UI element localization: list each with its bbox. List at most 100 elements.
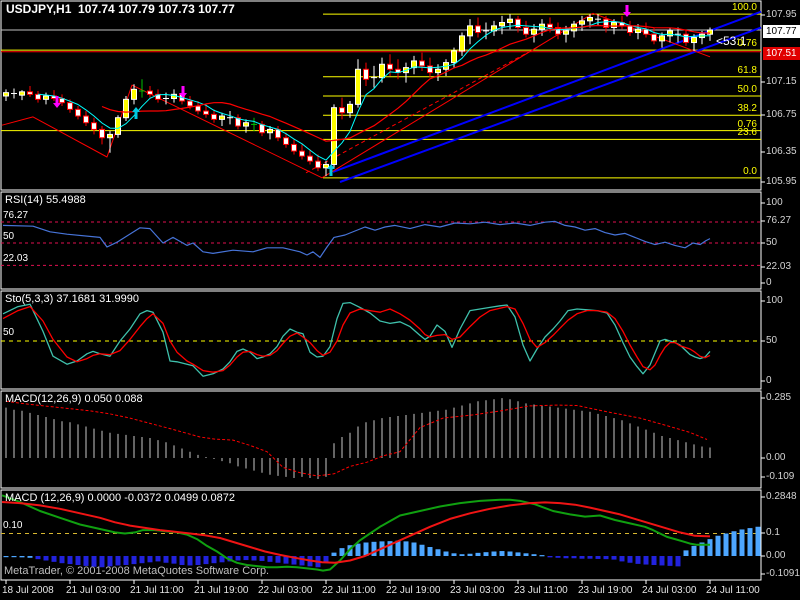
blue-trendline	[340, 28, 761, 182]
macd2-histogram-bar	[372, 542, 377, 556]
candle-body	[612, 23, 617, 28]
candle-body	[28, 92, 33, 95]
candle-body	[116, 118, 121, 135]
candle-body	[628, 26, 633, 33]
macd2-histogram-bar	[4, 556, 9, 557]
macd2-histogram-bar	[708, 539, 713, 556]
macd2-panel-title: MACD (12,26,9) 0.0000 -0.0372 0.0499 0.0…	[5, 493, 235, 503]
candle-body	[428, 66, 433, 73]
macd2-histogram-bar	[756, 527, 761, 556]
macd2-histogram-bar	[652, 556, 657, 565]
macd2-histogram-bar	[244, 556, 249, 560]
candle-body	[516, 19, 521, 27]
macd2-histogram-bar	[524, 553, 529, 556]
macd2-histogram-bar	[508, 552, 513, 557]
candle-body	[100, 129, 105, 137]
candle-body	[220, 116, 225, 119]
time-axis-label: 21 Jul 03:00	[66, 586, 121, 596]
rsi-panel-title: RSI(14) 55.4988	[5, 195, 86, 205]
candle-body	[452, 51, 457, 63]
macd2-histogram-bar	[204, 556, 209, 564]
macd2-histogram-bar	[236, 556, 241, 561]
macd2-histogram-bar	[332, 553, 337, 556]
fib-label-100.0: 100.0	[732, 3, 757, 13]
macd-panel-title: MACD(12,26,9) 0.050 0.088	[5, 394, 143, 404]
macd2-histogram-bar	[628, 556, 633, 563]
candle-body	[476, 26, 481, 33]
candle-body	[668, 31, 673, 36]
candle-body	[364, 69, 369, 79]
candle-body	[500, 23, 505, 26]
candle-body	[380, 64, 385, 77]
macd2-histogram-bar	[52, 556, 57, 562]
candle-body	[684, 34, 689, 42]
candle-body	[532, 29, 537, 34]
macd2-histogram-bar	[516, 552, 521, 556]
stochastic-k-line	[3, 303, 710, 377]
candle-body	[148, 91, 153, 94]
candle-body	[588, 18, 593, 21]
macd2-histogram-bar	[532, 554, 537, 556]
time-axis-label: 24 Jul 11:00	[706, 586, 760, 596]
macd2-histogram-bar	[492, 552, 497, 557]
rsi-panel[interactable]	[1, 192, 761, 289]
time-axis-label: 21 Jul 19:00	[194, 586, 249, 596]
candle-body	[548, 24, 553, 27]
macd2-level-label: 0.10	[3, 521, 22, 531]
ma-slow-line	[102, 26, 710, 142]
macd2-histogram-bar	[132, 556, 137, 564]
macd2-histogram-bar	[500, 551, 505, 556]
macd2-histogram-bar	[404, 541, 409, 556]
macd2-histogram-bar	[596, 556, 601, 559]
macd2-histogram-bar	[436, 549, 441, 556]
sell-arrow-icon	[623, 5, 631, 17]
macd2-histogram-bar	[140, 556, 145, 563]
candle-body	[124, 99, 129, 117]
rsi-axis-label: 76.27	[766, 216, 791, 226]
macd2-histogram-bar	[732, 531, 737, 556]
fib-label-50.0: 50.0	[738, 85, 757, 95]
macd-panel[interactable]	[1, 391, 761, 488]
macd2-histogram-bar	[556, 556, 561, 558]
candle-body	[108, 134, 113, 137]
time-axis-label: 21 Jul 11:00	[130, 586, 184, 596]
sto-axis-label: 0	[766, 376, 772, 386]
candle-body	[564, 31, 569, 34]
candle-body	[196, 106, 201, 111]
fib-label-0.0: 0.0	[743, 167, 757, 177]
stop-price-badge: 107.51	[763, 47, 800, 60]
macd2-histogram-bar	[684, 550, 689, 556]
macd2-histogram-bar	[276, 556, 281, 563]
hline-label-1: 0.76	[738, 120, 757, 130]
macd2-histogram-bar	[564, 556, 569, 558]
candle-body	[324, 164, 329, 167]
rsi-axis-label: 0	[766, 278, 772, 288]
candle-body	[316, 161, 321, 168]
candle-body	[204, 111, 209, 114]
candle-body	[300, 151, 305, 156]
time-axis-label: 18 Jul 2008	[2, 586, 54, 596]
macd2-histogram-bar	[412, 543, 417, 557]
current-price-badge: 107.77	[763, 25, 800, 38]
macd2-histogram-bar	[740, 529, 745, 556]
candle-body	[356, 69, 361, 104]
candle-body	[292, 144, 297, 151]
candle-body	[636, 29, 641, 32]
macd2-histogram-bar	[716, 536, 721, 556]
macd2-histogram-bar	[300, 556, 305, 565]
macd2-axis-label: -0.1091	[766, 569, 800, 579]
macd2-histogram-bar	[676, 556, 681, 566]
candle-body	[76, 109, 81, 116]
macd-axis-label: 0.00	[766, 453, 785, 463]
macd2-histogram-bar	[668, 556, 673, 566]
candle-body	[36, 94, 41, 99]
macd2-histogram-bar	[76, 556, 81, 565]
macd2-histogram-bar	[748, 528, 753, 556]
stochastic-panel[interactable]	[1, 291, 761, 389]
candle-body	[332, 108, 337, 165]
macd2-histogram-bar	[460, 554, 465, 556]
candle-body	[660, 36, 665, 41]
macd2-histogram-bar	[612, 556, 617, 560]
macd2-histogram-bar	[620, 556, 625, 561]
stochastic-d-line	[3, 307, 710, 373]
